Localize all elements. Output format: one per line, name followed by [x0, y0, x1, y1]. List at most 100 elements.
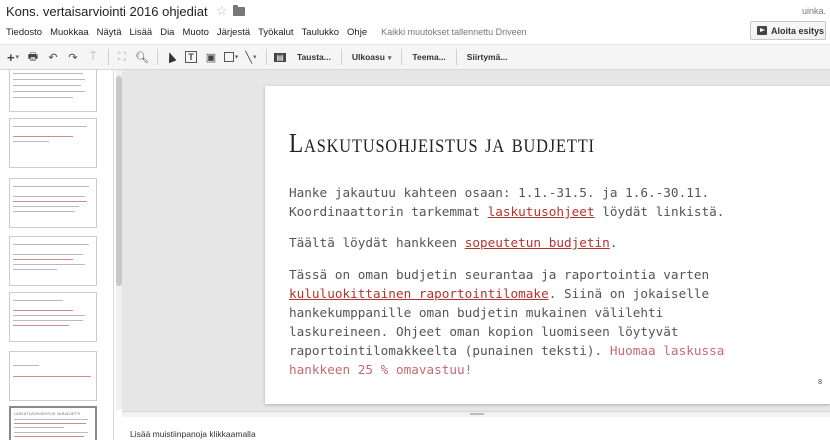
star-icon[interactable]: ☆ [216, 3, 228, 19]
toolbar: + ▾ 🖶 ↶ ↷ ⍑ ⛶ 🔍︎ T ▣ ▾ ╲ ▾ ▤ Tausta... Ulk… [0, 44, 830, 70]
toolbar-divider [266, 49, 267, 65]
document-title[interactable]: Kons. vertaisarviointi 2016 ohjediat [6, 4, 208, 19]
present-label: Aloita esitys [771, 25, 825, 36]
text-box-tool[interactable]: T [182, 47, 200, 67]
slide-paragraph-2[interactable]: Täältä löydät hankkeen sopeutetun budjet… [289, 233, 617, 252]
layout-label: Ulkoasu [351, 52, 385, 62]
thumb-line [13, 211, 75, 213]
toolbar-divider [340, 49, 342, 65]
menu-table[interactable]: Taulukko [302, 27, 340, 38]
menu-arrange[interactable]: Järjestä [217, 27, 250, 38]
menu-insert[interactable]: Lisää [129, 27, 152, 38]
select-tool[interactable] [162, 47, 180, 67]
shape-tool[interactable]: ▾ [222, 47, 240, 67]
plus-icon: + [6, 49, 15, 65]
menu-file[interactable]: Tiedosto [6, 27, 42, 38]
slide-text: . [609, 235, 618, 250]
toolbar-divider [157, 49, 158, 65]
slide-filmstrip[interactable]: LASKUTUSOHJEISTUS JA BUDJETTI [0, 70, 114, 440]
shape-icon [223, 52, 234, 62]
slide-thumbnail-current[interactable]: LASKUTUSOHJEISTUS JA BUDJETTI [9, 406, 97, 440]
slide-text: löydät linkistä. [594, 204, 725, 219]
redo-button[interactable]: ↷ [64, 47, 82, 67]
thumb-line [13, 264, 85, 266]
print-icon: 🖶 [27, 50, 39, 63]
slide-text-line: Tässä on oman budjetin seurantaa ja rapo… [289, 267, 710, 282]
present-button[interactable]: Aloita esitys [750, 21, 826, 40]
thumb-line [13, 320, 83, 322]
present-icon [757, 26, 767, 35]
zoom-icon: 🔍︎ [135, 51, 149, 64]
slide-text-line: raportointilomakkeelta (punainen teksti)… [289, 341, 724, 360]
menu-bar: Tiedosto Muokkaa Näytä Lisää Dia Muoto J… [6, 24, 527, 40]
thumb-line [13, 126, 87, 128]
report-form-link[interactable]: kululuokittainen raportointilomake [289, 286, 549, 301]
budget-link[interactable]: sopeutetun budjetin [465, 235, 610, 250]
notes-placeholder[interactable]: Lisää muistiinpanoja klikkaamalla [130, 429, 256, 439]
zoom-fit-icon: ⛶ [118, 50, 126, 63]
slide-thumbnail[interactable] [9, 351, 97, 401]
user-name[interactable]: uinka. [802, 6, 826, 16]
menu-edit[interactable]: Muokkaa [50, 27, 89, 38]
thumb-line [13, 365, 39, 367]
slide-canvas[interactable]: Laskutusohjeistus ja budjetti Hanke jaka… [122, 70, 830, 411]
slide-paragraph-3[interactable]: Tässä on oman budjetin seurantaa ja rapo… [289, 265, 724, 379]
slide-thumbnail[interactable] [9, 70, 97, 112]
undo-button[interactable]: ↶ [44, 47, 62, 67]
new-slide-button[interactable]: + ▾ [4, 47, 22, 67]
slide-text-line: Hanke jakautuu kahteen osaan: 1.1.-31.5.… [289, 185, 710, 200]
cursor-icon [165, 50, 177, 64]
billing-instructions-link[interactable]: laskutusohjeet [488, 204, 595, 219]
thumb-line [13, 91, 85, 93]
thumb-line [13, 186, 89, 188]
thumb-line [14, 436, 84, 438]
menu-format[interactable]: Muoto [182, 27, 208, 38]
thumb-line [13, 310, 73, 312]
thumb-line [13, 376, 91, 378]
slide[interactable]: Laskutusohjeistus ja budjetti Hanke jaka… [265, 86, 830, 404]
menu-view[interactable]: Näytä [97, 27, 122, 38]
transition-button[interactable]: Siirtymä... [467, 52, 508, 62]
thumb-line [13, 196, 85, 198]
toolbar-divider [455, 49, 457, 65]
toolbar-divider [401, 49, 403, 65]
menu-help[interactable]: Ohje [347, 27, 367, 38]
warning-text: Huomaa laskussa [609, 343, 725, 358]
zoom-button[interactable]: 🔍︎ [133, 47, 151, 67]
folder-icon[interactable] [233, 5, 245, 16]
thumb-line [14, 432, 88, 434]
slide-thumbnail[interactable] [9, 178, 97, 228]
thumb-line [13, 201, 87, 203]
menu-tools[interactable]: Työkalut [258, 27, 293, 38]
slide-thumbnail[interactable] [9, 118, 97, 168]
image-icon: ▣ [205, 51, 217, 64]
theme-button[interactable]: Teema... [412, 52, 445, 62]
resize-handle-icon[interactable] [470, 413, 484, 415]
thumb-line [13, 141, 49, 143]
chevron-down-icon: ▾ [253, 54, 257, 61]
background-button[interactable]: Tausta... [297, 52, 331, 62]
header: Kons. vertaisarviointi 2016 ohjediat ☆ u… [0, 0, 830, 44]
menu-slide[interactable]: Dia [160, 27, 174, 38]
thumb-line [13, 85, 81, 87]
print-button[interactable]: 🖶 [24, 47, 42, 67]
slide-thumbnail[interactable] [9, 236, 97, 286]
redo-icon: ↷ [68, 51, 78, 64]
zoom-fit-button[interactable]: ⛶ [113, 47, 131, 67]
comment-button[interactable]: ▤ [271, 47, 289, 67]
thumb-line [13, 300, 63, 302]
layout-button[interactable]: Ulkoasu ▾ [352, 52, 392, 62]
thumb-line [13, 269, 57, 271]
thumb-title: LASKUTUSOHJEISTUS JA BUDJETTI [14, 412, 81, 416]
slide-title[interactable]: Laskutusohjeistus ja budjetti [289, 128, 595, 159]
paint-format-button[interactable]: ⍑ [84, 47, 102, 67]
slide-paragraph-1[interactable]: Hanke jakautuu kahteen osaan: 1.1.-31.5.… [289, 183, 724, 221]
line-tool[interactable]: ╲ ▾ [242, 47, 260, 67]
slide-text: . Siinä on jokaiselle [548, 286, 710, 301]
slide-thumbnail[interactable] [9, 292, 97, 342]
thumb-line [13, 325, 69, 327]
slide-text: raportointilomakkeelta (punainen teksti)… [289, 343, 610, 358]
save-status[interactable]: Kaikki muutokset tallennettu Driveen [381, 27, 527, 37]
image-tool[interactable]: ▣ [202, 47, 220, 67]
undo-icon: ↶ [48, 51, 58, 64]
